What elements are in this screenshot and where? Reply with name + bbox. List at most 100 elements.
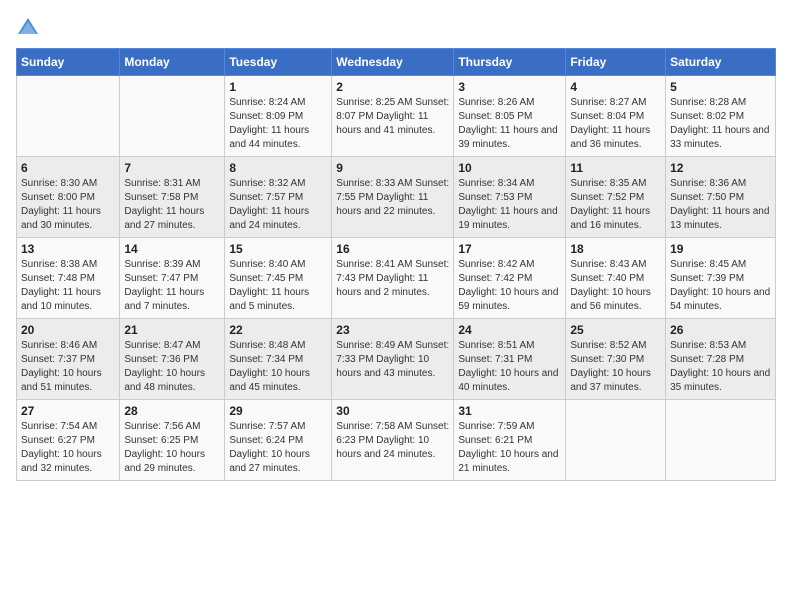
day-number: 2	[336, 80, 449, 94]
header-cell-friday: Friday	[566, 49, 666, 76]
day-number: 25	[570, 323, 661, 337]
calendar-cell: 5 Sunrise: 8:28 AM Sunset: 8:02 PM Daylig…	[666, 76, 776, 157]
header-cell-thursday: Thursday	[454, 49, 566, 76]
calendar-cell: 16Sunrise: 8:41 AM Sunset: 7:43 PM Dayli…	[332, 238, 454, 319]
calendar-cell	[17, 76, 120, 157]
day-info: Sunrise: 8:40 AM Sunset: 7:45 PM Dayligh…	[229, 258, 327, 314]
day-info: Sunrise: 7:59 AM Sunset: 6:21 PM Dayligh…	[458, 420, 561, 476]
day-info: Sunrise: 8:28 AM Sunset: 8:02 PM Dayligh…	[670, 96, 771, 152]
day-info: Sunrise: 8:30 AM Sunset: 8:00 PM Dayligh…	[21, 177, 115, 233]
calendar-cell: 30Sunrise: 7:58 AM Sunset: 6:23 PM Dayli…	[332, 400, 454, 481]
header-cell-wednesday: Wednesday	[332, 49, 454, 76]
header-cell-monday: Monday	[120, 49, 225, 76]
calendar-table: SundayMondayTuesdayWednesdayThursdayFrid…	[16, 48, 776, 481]
calendar-cell: 24 Sunrise: 8:51 AM Sunset: 7:31 PM Dayli…	[454, 319, 566, 400]
day-number: 6	[21, 161, 115, 175]
day-number: 11	[570, 161, 661, 175]
day-number: 15	[229, 242, 327, 256]
calendar-cell	[120, 76, 225, 157]
calendar-week-5: 27Sunrise: 7:54 AM Sunset: 6:27 PM Dayli…	[17, 400, 776, 481]
day-info: Sunrise: 8:25 AM Sunset: 8:07 PM Dayligh…	[336, 96, 449, 138]
day-number: 23	[336, 323, 449, 337]
day-number: 19	[670, 242, 771, 256]
day-number: 29	[229, 404, 327, 418]
calendar-week-4: 20Sunrise: 8:46 AM Sunset: 7:37 PM Dayli…	[17, 319, 776, 400]
day-info: Sunrise: 8:52 AM Sunset: 7:30 PM Dayligh…	[570, 339, 661, 395]
day-info: Sunrise: 8:43 AM Sunset: 7:40 PM Dayligh…	[570, 258, 661, 314]
calendar-week-3: 13 Sunrise: 8:38 AM Sunset: 7:48 PM Dayli…	[17, 238, 776, 319]
day-info: Sunrise: 8:39 AM Sunset: 7:47 PM Dayligh…	[124, 258, 220, 314]
calendar-cell: 29 Sunrise: 7:57 AM Sunset: 6:24 PM Dayli…	[225, 400, 332, 481]
day-info: Sunrise: 8:35 AM Sunset: 7:52 PM Dayligh…	[570, 177, 661, 233]
day-number: 27	[21, 404, 115, 418]
calendar-cell: 17Sunrise: 8:42 AM Sunset: 7:42 PM Dayli…	[454, 238, 566, 319]
day-number: 26	[670, 323, 771, 337]
logo-icon	[16, 16, 40, 40]
header-cell-sunday: Sunday	[17, 49, 120, 76]
calendar-cell: 31 Sunrise: 7:59 AM Sunset: 6:21 PM Dayli…	[454, 400, 566, 481]
calendar-cell: 4 Sunrise: 8:27 AM Sunset: 8:04 PM Daylig…	[566, 76, 666, 157]
calendar-cell: 13 Sunrise: 8:38 AM Sunset: 7:48 PM Dayli…	[17, 238, 120, 319]
day-info: Sunrise: 8:27 AM Sunset: 8:04 PM Dayligh…	[570, 96, 661, 152]
calendar-cell: 22Sunrise: 8:48 AM Sunset: 7:34 PM Dayli…	[225, 319, 332, 400]
calendar-cell: 26 Sunrise: 8:53 AM Sunset: 7:28 PM Dayli…	[666, 319, 776, 400]
day-info: Sunrise: 8:26 AM Sunset: 8:05 PM Dayligh…	[458, 96, 561, 152]
calendar-cell: 25 Sunrise: 8:52 AM Sunset: 7:30 PM Dayli…	[566, 319, 666, 400]
calendar-cell: 19 Sunrise: 8:45 AM Sunset: 7:39 PM Dayli…	[666, 238, 776, 319]
day-info: Sunrise: 7:57 AM Sunset: 6:24 PM Dayligh…	[229, 420, 327, 476]
day-number: 28	[124, 404, 220, 418]
day-info: Sunrise: 8:38 AM Sunset: 7:48 PM Dayligh…	[21, 258, 115, 314]
day-info: Sunrise: 8:47 AM Sunset: 7:36 PM Dayligh…	[124, 339, 220, 395]
day-number: 13	[21, 242, 115, 256]
day-number: 8	[229, 161, 327, 175]
day-number: 18	[570, 242, 661, 256]
day-number: 9	[336, 161, 449, 175]
calendar-cell: 21 Sunrise: 8:47 AM Sunset: 7:36 PM Dayli…	[120, 319, 225, 400]
day-number: 20	[21, 323, 115, 337]
calendar-cell: 15 Sunrise: 8:40 AM Sunset: 7:45 PM Dayli…	[225, 238, 332, 319]
logo	[16, 16, 44, 40]
day-info: Sunrise: 8:45 AM Sunset: 7:39 PM Dayligh…	[670, 258, 771, 314]
header-cell-tuesday: Tuesday	[225, 49, 332, 76]
calendar-cell: 9 Sunrise: 8:33 AM Sunset: 7:55 PM Daylig…	[332, 157, 454, 238]
calendar-cell	[566, 400, 666, 481]
day-number: 7	[124, 161, 220, 175]
calendar-cell: 2 Sunrise: 8:25 AM Sunset: 8:07 PM Daylig…	[332, 76, 454, 157]
day-info: Sunrise: 8:34 AM Sunset: 7:53 PM Dayligh…	[458, 177, 561, 233]
calendar-week-2: 6 Sunrise: 8:30 AM Sunset: 8:00 PM Daylig…	[17, 157, 776, 238]
day-number: 22	[229, 323, 327, 337]
day-info: Sunrise: 8:33 AM Sunset: 7:55 PM Dayligh…	[336, 177, 449, 219]
calendar-cell: 3 Sunrise: 8:26 AM Sunset: 8:05 PM Daylig…	[454, 76, 566, 157]
calendar-cell: 28 Sunrise: 7:56 AM Sunset: 6:25 PM Dayli…	[120, 400, 225, 481]
day-info: Sunrise: 8:36 AM Sunset: 7:50 PM Dayligh…	[670, 177, 771, 233]
calendar-cell: 10 Sunrise: 8:34 AM Sunset: 7:53 PM Dayli…	[454, 157, 566, 238]
day-info: Sunrise: 8:32 AM Sunset: 7:57 PM Dayligh…	[229, 177, 327, 233]
day-number: 24	[458, 323, 561, 337]
day-info: Sunrise: 8:31 AM Sunset: 7:58 PM Dayligh…	[124, 177, 220, 233]
day-number: 4	[570, 80, 661, 94]
calendar-header: SundayMondayTuesdayWednesdayThursdayFrid…	[17, 49, 776, 76]
calendar-cell: 18 Sunrise: 8:43 AM Sunset: 7:40 PM Dayli…	[566, 238, 666, 319]
day-number: 5	[670, 80, 771, 94]
day-info: Sunrise: 8:53 AM Sunset: 7:28 PM Dayligh…	[670, 339, 771, 395]
day-info: Sunrise: 7:58 AM Sunset: 6:23 PM Dayligh…	[336, 420, 449, 462]
day-number: 10	[458, 161, 561, 175]
calendar-cell	[666, 400, 776, 481]
calendar-cell: 27Sunrise: 7:54 AM Sunset: 6:27 PM Dayli…	[17, 400, 120, 481]
day-number: 3	[458, 80, 561, 94]
header-row: SundayMondayTuesdayWednesdayThursdayFrid…	[17, 49, 776, 76]
calendar-cell: 7 Sunrise: 8:31 AM Sunset: 7:58 PM Daylig…	[120, 157, 225, 238]
day-info: Sunrise: 8:42 AM Sunset: 7:42 PM Dayligh…	[458, 258, 561, 314]
day-number: 31	[458, 404, 561, 418]
day-number: 14	[124, 242, 220, 256]
page-header	[16, 16, 776, 40]
day-number: 12	[670, 161, 771, 175]
calendar-cell: 23Sunrise: 8:49 AM Sunset: 7:33 PM Dayli…	[332, 319, 454, 400]
day-number: 1	[229, 80, 327, 94]
calendar-cell: 20Sunrise: 8:46 AM Sunset: 7:37 PM Dayli…	[17, 319, 120, 400]
day-info: Sunrise: 7:56 AM Sunset: 6:25 PM Dayligh…	[124, 420, 220, 476]
day-info: Sunrise: 8:51 AM Sunset: 7:31 PM Dayligh…	[458, 339, 561, 395]
day-info: Sunrise: 8:41 AM Sunset: 7:43 PM Dayligh…	[336, 258, 449, 300]
day-number: 21	[124, 323, 220, 337]
calendar-body: 1Sunrise: 8:24 AM Sunset: 8:09 PM Daylig…	[17, 76, 776, 481]
